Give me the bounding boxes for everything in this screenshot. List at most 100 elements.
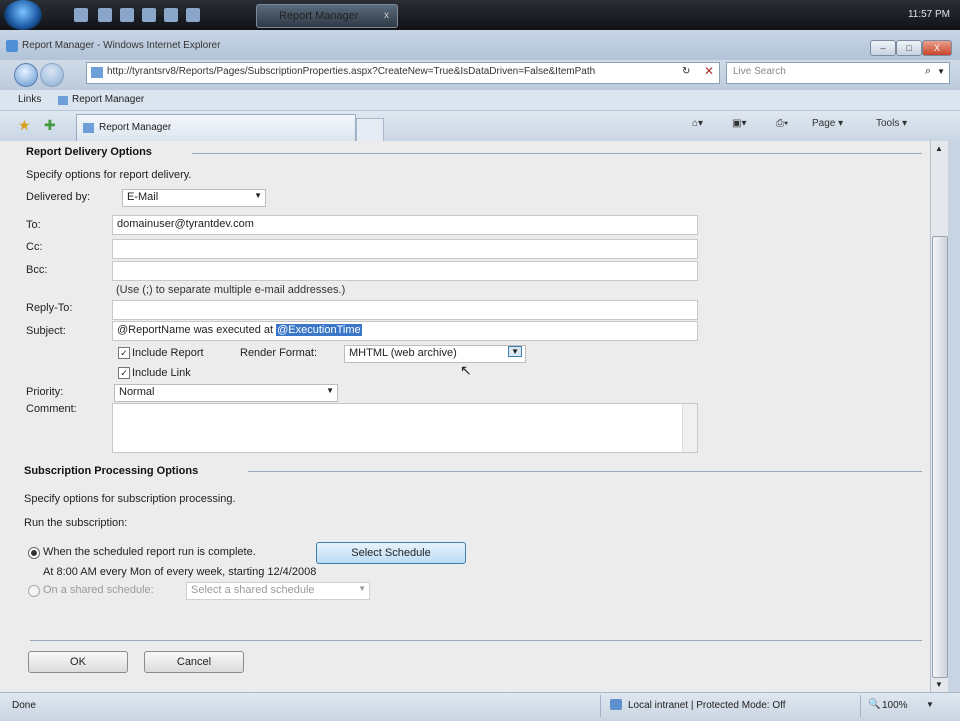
render-format-select[interactable]: MHTML (web archive) ▼ <box>344 345 526 363</box>
delivery-instructions: Specify options for report delivery. <box>26 169 192 181</box>
subject-value: @ReportName was executed at @ExecutionTi… <box>117 324 362 336</box>
security-zone-text[interactable]: Local intranet | Protected Mode: Off <box>628 700 786 711</box>
minimize-button[interactable]: – <box>870 40 896 56</box>
chevron-down-icon: ▼ <box>508 346 522 357</box>
home-icon[interactable]: ⌂▾ <box>692 118 703 129</box>
taskbar-task-close-icon[interactable]: x <box>384 5 389 27</box>
delivered-by-select[interactable]: E-Mail ▼ <box>122 189 266 207</box>
reply-to-field[interactable] <box>112 300 698 320</box>
subject-prefix: @ReportName was executed at <box>117 324 277 336</box>
link-page-icon <box>58 96 68 105</box>
comment-scrollbar[interactable] <box>682 404 697 452</box>
scroll-thumb[interactable] <box>932 236 948 678</box>
refresh-icon[interactable]: ↻ <box>682 66 690 77</box>
quicklaunch-app-icon[interactable] <box>186 8 200 22</box>
subject-label: Subject: <box>26 325 66 337</box>
taskbar-task-label: Report Manager <box>279 10 359 22</box>
add-favorites-icon[interactable]: ✚ <box>44 117 56 134</box>
to-field[interactable]: domainuser@tyrantdev.com <box>112 215 698 235</box>
links-bar: Links Report Manager <box>0 90 960 111</box>
scheduled-option-label: When the scheduled report run is complet… <box>43 546 256 558</box>
ok-button[interactable]: OK <box>28 651 128 673</box>
status-divider <box>600 695 601 717</box>
to-label: To: <box>26 219 41 231</box>
zoom-icon: 🔍 <box>868 699 881 710</box>
page-menu-label: Page <box>812 118 836 129</box>
render-format-label: Render Format: <box>240 347 318 359</box>
feeds-icon[interactable]: ▣▾ <box>732 118 746 129</box>
address-url: http://tyrantsrv8/Reports/Pages/Subscrip… <box>107 66 596 77</box>
back-button[interactable] <box>14 63 38 87</box>
select-schedule-button[interactable]: Select Schedule <box>316 542 466 564</box>
tab-page-icon <box>83 123 94 133</box>
search-placeholder: Live Search <box>733 66 786 77</box>
zoom-level[interactable]: 100% <box>882 700 908 711</box>
ie-icon <box>6 40 18 52</box>
to-value: domainuser@tyrantdev.com <box>117 218 254 230</box>
include-report-checkbox[interactable]: ✓ <box>118 347 130 359</box>
shared-schedule-placeholder: Select a shared schedule <box>191 584 315 596</box>
start-button[interactable] <box>4 0 42 30</box>
close-button[interactable]: X <box>922 40 952 56</box>
scheduled-radio[interactable] <box>28 547 40 559</box>
new-tab-button[interactable] <box>356 118 384 142</box>
quicklaunch-ie-icon[interactable] <box>120 8 134 22</box>
bcc-field[interactable] <box>112 261 698 281</box>
search-input[interactable]: Live Search ⌕ ▼ <box>726 62 950 84</box>
maximize-button[interactable]: □ <box>896 40 922 56</box>
bcc-label: Bcc: <box>26 264 48 276</box>
cancel-button[interactable]: Cancel <box>144 651 244 673</box>
comment-textarea[interactable] <box>112 403 698 453</box>
include-report-label: Include Report <box>132 347 204 359</box>
tools-menu[interactable]: Tools ▾ <box>876 118 907 129</box>
tab-report-manager[interactable]: Report Manager <box>76 114 356 141</box>
address-bar[interactable]: http://tyrantsrv8/Reports/Pages/Subscrip… <box>86 62 720 84</box>
page-icon <box>91 67 103 78</box>
delivered-by-label: Delivered by: <box>26 191 91 203</box>
favorites-star-icon[interactable]: ★ <box>18 117 31 134</box>
forward-button[interactable] <box>40 63 64 87</box>
zoom-dropdown-icon[interactable]: ▼ <box>926 700 934 709</box>
bcc-hint: (Use (;) to separate multiple e-mail add… <box>116 284 346 296</box>
chevron-down-icon: ▼ <box>358 584 366 593</box>
quicklaunch-desktop-icon[interactable] <box>74 8 88 22</box>
chevron-down-icon: ▼ <box>326 386 334 395</box>
print-icon[interactable]: ⎙▾ <box>776 118 788 129</box>
window-frame-right <box>948 141 960 692</box>
tray-clock: 11:57 PM <box>907 9 950 20</box>
processing-section-title: Subscription Processing Options <box>24 465 199 477</box>
links-report-manager[interactable]: Report Manager <box>72 94 144 105</box>
page-menu[interactable]: Page ▾ <box>812 118 843 129</box>
scroll-up-icon[interactable]: ▲ <box>935 144 943 153</box>
quicklaunch-app-icon[interactable] <box>164 8 178 22</box>
chevron-down-icon: ▼ <box>254 191 262 200</box>
quicklaunch-app-icon[interactable] <box>142 8 156 22</box>
radio-dot <box>31 550 37 556</box>
stop-icon[interactable]: ✕ <box>704 64 714 78</box>
shared-schedule-select[interactable]: Select a shared schedule ▼ <box>186 582 370 600</box>
cc-field[interactable] <box>112 239 698 259</box>
quicklaunch-folder-icon[interactable] <box>98 8 112 22</box>
delivery-section-divider <box>192 153 922 154</box>
comment-label: Comment: <box>26 403 77 415</box>
include-link-checkbox[interactable]: ✓ <box>118 367 130 379</box>
delivered-by-value: E-Mail <box>127 191 159 203</box>
search-icon[interactable]: ⌕ <box>925 65 931 78</box>
priority-label: Priority: <box>26 386 64 398</box>
shared-schedule-radio[interactable] <box>28 585 40 597</box>
schedule-description: At 8:00 AM every Mon of every week, star… <box>43 566 317 578</box>
subject-field[interactable]: @ReportName was executed at @ExecutionTi… <box>112 321 698 341</box>
window-title: Report Manager - Windows Internet Explor… <box>22 40 221 51</box>
include-link-label: Include Link <box>132 367 191 379</box>
run-subscription-label: Run the subscription: <box>24 517 128 529</box>
search-dropdown-icon[interactable]: ▼ <box>937 67 945 76</box>
tab-label: Report Manager <box>99 122 172 133</box>
links-label: Links <box>18 94 42 105</box>
scroll-down-icon[interactable]: ▼ <box>935 680 943 689</box>
processing-section-divider <box>248 471 922 472</box>
priority-select[interactable]: Normal ▼ <box>114 384 338 402</box>
taskbar-report-manager-button[interactable]: Report Manager x <box>256 4 398 28</box>
intranet-zone-icon <box>610 699 622 710</box>
status-text: Done <box>12 700 36 711</box>
priority-value: Normal <box>119 386 155 398</box>
